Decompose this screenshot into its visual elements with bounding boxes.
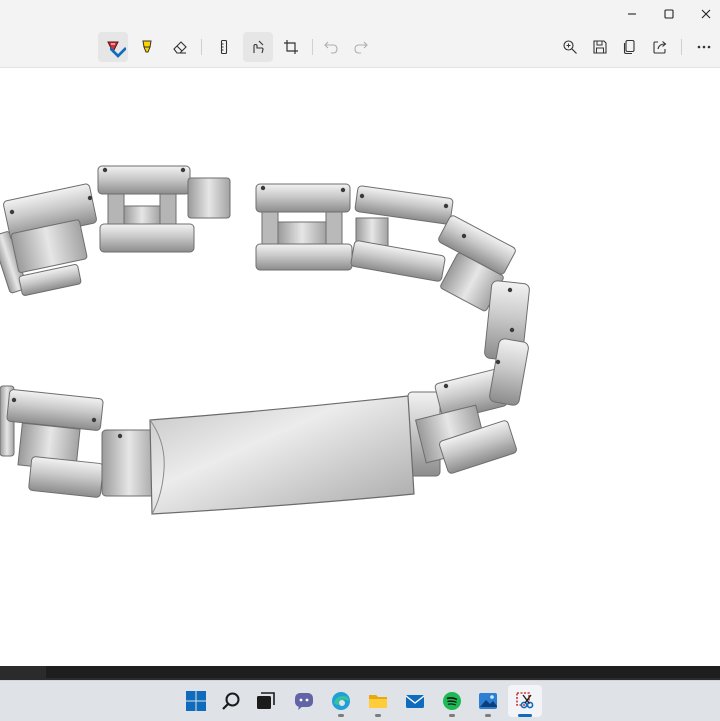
save-icon bbox=[593, 40, 607, 54]
task-view-icon bbox=[257, 692, 275, 709]
eraser-button[interactable] bbox=[165, 32, 195, 62]
share-icon bbox=[653, 41, 667, 54]
running-indicator bbox=[375, 714, 381, 717]
crop-button[interactable] bbox=[276, 32, 306, 62]
taskbar-chat[interactable] bbox=[287, 685, 321, 717]
toolbar bbox=[0, 28, 720, 68]
taskbar-start[interactable] bbox=[179, 685, 213, 717]
chat-icon bbox=[295, 693, 313, 710]
redo-button[interactable] bbox=[346, 32, 376, 62]
maximize-icon bbox=[664, 9, 674, 19]
spotify-icon bbox=[443, 692, 461, 710]
close-icon bbox=[701, 9, 711, 19]
running-indicator bbox=[518, 714, 532, 717]
pen-button[interactable] bbox=[98, 32, 128, 62]
taskbar bbox=[0, 680, 720, 721]
copy-icon bbox=[623, 39, 635, 55]
ruler-button[interactable] bbox=[209, 32, 239, 62]
save-button[interactable] bbox=[585, 32, 615, 62]
toolbar-divider bbox=[681, 39, 682, 55]
search-icon bbox=[222, 692, 240, 710]
taskbar-mail[interactable] bbox=[398, 685, 432, 717]
undo-button[interactable] bbox=[316, 32, 346, 62]
folder-icon bbox=[369, 695, 387, 708]
zoom-button[interactable] bbox=[555, 32, 585, 62]
mail-icon bbox=[405, 695, 425, 708]
redo-icon bbox=[354, 41, 368, 54]
running-indicator bbox=[485, 714, 491, 717]
bracelet-image bbox=[0, 165, 530, 515]
ruler-icon bbox=[220, 39, 228, 55]
touch-writing-icon bbox=[253, 40, 264, 54]
touch-writing-button[interactable] bbox=[243, 32, 273, 62]
taskbar-file-explorer[interactable] bbox=[361, 685, 395, 717]
toolbar-divider bbox=[312, 39, 313, 55]
edge-browser-icon bbox=[332, 692, 350, 710]
snipping-tool-icon bbox=[516, 692, 534, 709]
taskbar-photos[interactable] bbox=[471, 685, 505, 717]
minimize-icon bbox=[628, 13, 636, 15]
windows-start-icon bbox=[186, 691, 206, 711]
undo-icon bbox=[324, 41, 338, 54]
more-icon bbox=[697, 45, 711, 49]
chevron-down-icon bbox=[110, 47, 126, 58]
running-indicator bbox=[449, 714, 455, 717]
eraser-icon bbox=[173, 41, 187, 54]
photos-icon bbox=[479, 693, 497, 709]
share-button[interactable] bbox=[645, 32, 675, 62]
running-indicator bbox=[338, 714, 344, 717]
taskbar-snipping-tool[interactable] bbox=[508, 685, 542, 717]
title-bar bbox=[0, 0, 720, 28]
taskbar-edge[interactable] bbox=[324, 685, 358, 717]
taskbar-search[interactable] bbox=[214, 685, 248, 717]
toolbar-divider bbox=[201, 39, 202, 55]
taskbar-spotify[interactable] bbox=[435, 685, 469, 717]
minimize-button[interactable] bbox=[614, 0, 650, 28]
more-options-button[interactable] bbox=[689, 32, 719, 62]
maximize-button[interactable] bbox=[651, 0, 687, 28]
crop-icon bbox=[284, 40, 298, 54]
desktop-strip bbox=[0, 666, 720, 680]
taskbar-task-view[interactable] bbox=[249, 685, 283, 717]
highlighter-button[interactable] bbox=[132, 32, 162, 62]
close-button[interactable] bbox=[688, 0, 720, 28]
highlighter-icon bbox=[142, 40, 152, 53]
copy-button[interactable] bbox=[615, 32, 645, 62]
zoom-in-icon bbox=[563, 40, 577, 54]
screenshot-canvas[interactable] bbox=[0, 68, 720, 666]
